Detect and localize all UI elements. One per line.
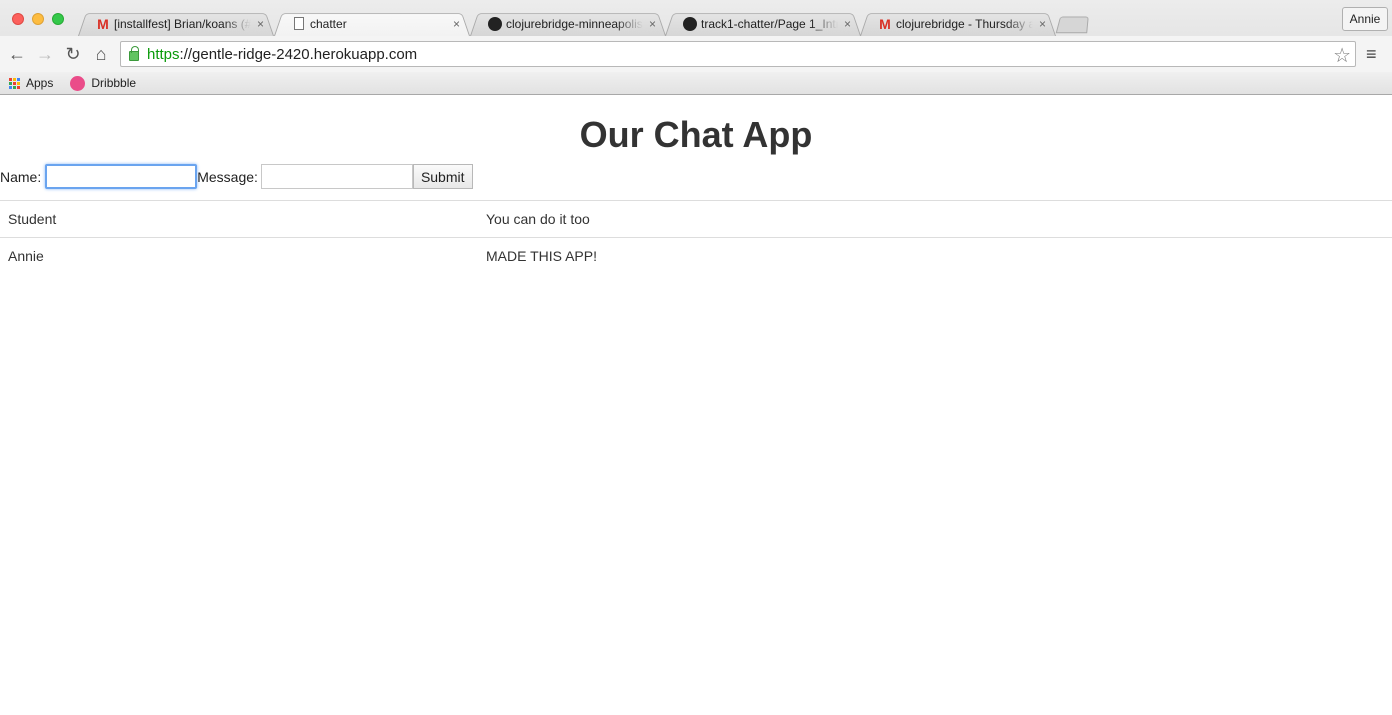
close-tab-icon[interactable]: × xyxy=(844,17,851,31)
message-label: Message: xyxy=(197,168,258,185)
tab-clojurebridge-minneapolis[interactable]: clojurebridge-minneapolis/tr × xyxy=(470,11,666,36)
tab-title: track1-chatter/Page 1_Intro xyxy=(701,16,838,31)
message-author: Student xyxy=(0,200,478,238)
close-window-button[interactable] xyxy=(12,13,24,25)
gmail-icon: M xyxy=(879,15,891,32)
tab-strip: M [installfest] Brian/koans (#2) × cloju… xyxy=(0,0,1392,36)
close-tab-icon[interactable]: × xyxy=(649,17,656,31)
name-label: Name: xyxy=(0,168,42,185)
tab-title: clojurebridge-minneapolis/tr xyxy=(506,16,643,31)
close-tab-icon[interactable]: × xyxy=(257,17,264,31)
reload-icon[interactable]: ↻ xyxy=(63,44,83,64)
close-tab-icon[interactable]: × xyxy=(1039,17,1046,31)
close-tab-icon[interactable]: × xyxy=(453,17,460,31)
toolbar: ← → ↻ ⌂ https://gentle-ridge-2420.heroku… xyxy=(0,36,1392,72)
tab-title: chatter xyxy=(310,16,347,31)
message-input[interactable] xyxy=(260,164,413,189)
document-icon xyxy=(292,17,306,31)
submit-button[interactable]: Submit xyxy=(412,164,473,189)
tab-track1-chatter[interactable]: track1-chatter/Page 1_Intro × xyxy=(665,11,861,36)
tab-installfest[interactable]: M [installfest] Brian/koans (#2) × xyxy=(78,11,274,36)
minimize-window-button[interactable] xyxy=(32,13,44,25)
bookmark-star-icon[interactable]: ☆ xyxy=(1333,43,1351,68)
tab-title: clojurebridge - Thursday afte xyxy=(896,16,1033,31)
profile-button[interactable]: Annie xyxy=(1342,7,1388,31)
table-row: Student You can do it too xyxy=(0,200,1392,238)
tab-clojurebridge-thursday[interactable]: M clojurebridge - Thursday afte × xyxy=(860,11,1056,36)
browser-chrome: M [installfest] Brian/koans (#2) × cloju… xyxy=(0,0,1392,95)
new-tab-button[interactable] xyxy=(1058,16,1088,33)
chat-form: Name: Message: Submit xyxy=(0,164,473,189)
table-row: Annie MADE THIS APP! xyxy=(0,237,1392,275)
bookmark-apps[interactable]: Apps xyxy=(9,76,53,90)
bookmark-dribbble[interactable]: Dribbble xyxy=(70,75,137,91)
tab-title: [installfest] Brian/koans (#2) xyxy=(114,16,251,31)
lock-icon xyxy=(129,46,139,61)
url-text: https://gentle-ridge-2420.herokuapp.com xyxy=(147,45,418,63)
address-bar[interactable]: https://gentle-ridge-2420.herokuapp.com … xyxy=(120,41,1356,67)
tab-chatter[interactable]: chatter × xyxy=(274,11,470,36)
home-icon[interactable]: ⌂ xyxy=(91,44,111,64)
bookmarks-bar: Apps Dribbble xyxy=(0,72,1392,94)
page-title: Our Chat App xyxy=(579,114,813,155)
message-text: MADE THIS APP! xyxy=(478,237,1392,275)
dribbble-icon xyxy=(70,75,86,91)
back-icon[interactable]: ← xyxy=(7,44,27,64)
apps-grid-icon xyxy=(9,77,20,89)
messages-table: Student You can do it too Annie MADE THI… xyxy=(0,200,1392,275)
gmail-icon: M xyxy=(97,15,109,32)
bookmark-label: Dribbble xyxy=(91,76,137,90)
github-icon xyxy=(488,16,502,31)
page-content: Our Chat App Name: Message: Submit Stude… xyxy=(0,96,1392,715)
name-input[interactable] xyxy=(45,164,198,189)
forward-icon[interactable]: → xyxy=(35,44,55,64)
message-author: Annie xyxy=(0,237,478,275)
zoom-window-button[interactable] xyxy=(52,13,64,25)
bookmark-label: Apps xyxy=(26,76,54,90)
message-text: You can do it too xyxy=(478,200,1392,238)
menu-icon[interactable]: ≡ xyxy=(1366,44,1377,65)
github-icon xyxy=(683,16,697,31)
